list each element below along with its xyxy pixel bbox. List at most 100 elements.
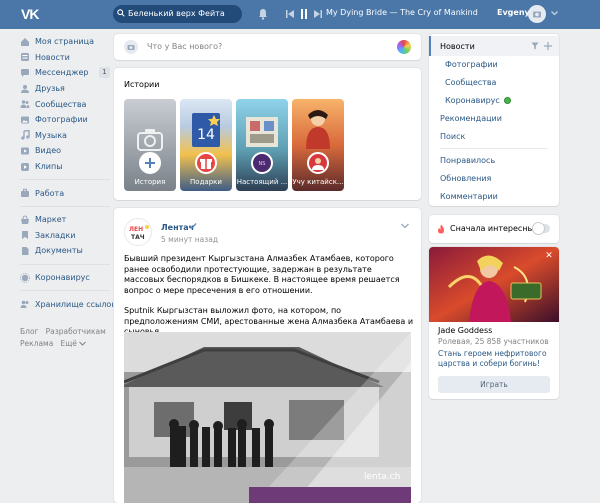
footer-link-developers[interactable]: Разработчикам bbox=[46, 327, 106, 336]
game-ad: ✕ Jade Goddess Ролевая, 25 858 участнико… bbox=[429, 247, 559, 399]
ad-banner-image[interactable] bbox=[429, 247, 559, 322]
chevron-down-icon[interactable] bbox=[401, 223, 409, 229]
svg-text:ЛЕН: ЛЕН bbox=[129, 226, 143, 233]
sidebar-item-bookmarks[interactable]: Закладки bbox=[20, 228, 110, 244]
filter-icon[interactable] bbox=[531, 42, 539, 50]
photos-icon bbox=[21, 116, 29, 124]
story-label: История bbox=[134, 178, 166, 186]
links-storage-icon bbox=[20, 300, 29, 309]
ad-title[interactable]: Jade Goddess bbox=[438, 326, 492, 335]
story-item[interactable]: NS Настоящий ... bbox=[236, 99, 288, 191]
sidebar-item-market[interactable]: Маркет bbox=[20, 212, 110, 228]
bell-icon[interactable] bbox=[258, 8, 268, 20]
sidebar-item-coronavirus[interactable]: Коронавирус bbox=[20, 270, 110, 286]
sidebar-item-work[interactable]: Работа bbox=[20, 185, 110, 201]
story-item[interactable]: История bbox=[124, 99, 176, 191]
composer-placeholder[interactable]: Что у Вас нового? bbox=[147, 42, 222, 51]
communities-icon bbox=[20, 100, 30, 109]
pause-icon[interactable] bbox=[300, 9, 308, 19]
divider bbox=[20, 179, 110, 181]
avatar[interactable] bbox=[124, 40, 138, 54]
footer-link-ads[interactable]: Реклама bbox=[20, 339, 53, 348]
tab-coronavirus[interactable]: Коронавирус bbox=[445, 96, 512, 105]
chevron-down-icon[interactable] bbox=[79, 341, 87, 346]
avatar[interactable]: ЛЕН ТАЧ bbox=[124, 218, 152, 246]
arrest-photo: lenta.ch bbox=[124, 332, 411, 503]
tab-photos[interactable]: Фотографии bbox=[445, 60, 498, 69]
plus-icon[interactable] bbox=[544, 42, 552, 50]
svg-text:ТАЧ: ТАЧ bbox=[131, 234, 145, 241]
add-story-button[interactable] bbox=[139, 152, 161, 174]
interesting-first-toggle[interactable]: Сначала интересные bbox=[429, 215, 559, 243]
sidebar-item-label: Хранилище ссылок bbox=[35, 299, 117, 309]
post-photo[interactable]: lenta.ch bbox=[124, 332, 411, 503]
sidebar-item-messenger[interactable]: Мессенджер 1 bbox=[20, 65, 110, 81]
sidebar-item-links-storage[interactable]: Хранилище ссылок bbox=[20, 296, 116, 312]
vk-logo[interactable]: VK bbox=[21, 6, 39, 22]
market-icon bbox=[21, 215, 29, 224]
tab-recommendations[interactable]: Рекомендации bbox=[440, 114, 502, 123]
sidebar-item-label: Видео bbox=[35, 146, 62, 156]
next-track-icon[interactable] bbox=[314, 9, 322, 19]
sidebar-item-label: Коронавирус bbox=[35, 273, 90, 283]
current-track[interactable]: My Dying Bride — The Cry of Mankind bbox=[326, 8, 478, 17]
sidebar-item-my-page[interactable]: Моя страница bbox=[20, 34, 110, 50]
footer-link-blog[interactable]: Блог bbox=[20, 327, 38, 336]
sidebar-item-label: Сообщества bbox=[35, 99, 87, 109]
search-input[interactable]: Беленький верх Фейта bbox=[113, 5, 242, 23]
news-icon bbox=[21, 53, 29, 62]
audio-player-controls bbox=[286, 8, 322, 20]
avatar-icon bbox=[312, 158, 324, 170]
tab-comments[interactable]: Комментарии bbox=[440, 192, 498, 201]
divider bbox=[440, 148, 548, 149]
gift-icon bbox=[200, 159, 212, 169]
divider bbox=[20, 205, 110, 207]
camera-icon bbox=[533, 11, 541, 18]
messenger-icon bbox=[21, 68, 29, 77]
story-avatar bbox=[195, 152, 217, 174]
post-composer[interactable]: Что у Вас нового? bbox=[114, 34, 491, 60]
coronavirus-icon bbox=[20, 272, 30, 283]
sidebar-item-label: Друзья bbox=[35, 84, 65, 94]
close-icon[interactable]: ✕ bbox=[544, 251, 554, 261]
work-icon bbox=[21, 188, 29, 198]
bookmarks-icon bbox=[22, 231, 28, 240]
logo-icon: NS bbox=[259, 161, 266, 167]
story-avatar: NS bbox=[251, 152, 273, 174]
tab-search[interactable]: Поиск bbox=[440, 132, 465, 141]
sidebar-item-clips[interactable]: Клипы bbox=[20, 159, 110, 175]
sidebar-item-label: Документы bbox=[35, 246, 83, 256]
story-item[interactable]: Учу китайск... bbox=[292, 99, 344, 191]
home-icon bbox=[21, 37, 29, 46]
previous-track-icon[interactable] bbox=[286, 9, 294, 19]
post-time[interactable]: 5 минут назад bbox=[161, 235, 218, 244]
sidebar-item-label: Новости bbox=[35, 52, 70, 62]
sidebar-item-label: Фотографии bbox=[35, 115, 88, 125]
tab-updates[interactable]: Обновления bbox=[440, 174, 491, 183]
sidebar-item-news[interactable]: Новости bbox=[20, 50, 110, 66]
color-theme-icon[interactable] bbox=[397, 40, 411, 54]
interesting-switch[interactable] bbox=[533, 223, 550, 234]
feed-filter-nav: Новости Фотографии Сообщества Коронавиру… bbox=[429, 34, 559, 206]
user-name[interactable]: Evgeny bbox=[497, 8, 530, 17]
sidebar-item-video[interactable]: Видео bbox=[20, 143, 110, 159]
sidebar-item-friends[interactable]: Друзья bbox=[20, 81, 110, 97]
sidebar-item-photos[interactable]: Фотографии bbox=[20, 112, 110, 128]
sidebar-item-communities[interactable]: Сообщества bbox=[20, 96, 110, 112]
post-paragraph: Бывший президент Кыргызстана Алмазбек Ат… bbox=[124, 254, 400, 295]
story-item[interactable]: 14 Подарки bbox=[180, 99, 232, 191]
sidebar-item-label: Мессенджер bbox=[35, 68, 89, 78]
tab-news[interactable]: Новости bbox=[440, 42, 475, 51]
tab-liked[interactable]: Понравилось bbox=[440, 156, 495, 165]
footer-link-more[interactable]: Ещё bbox=[60, 339, 76, 348]
sidebar-item-music[interactable]: Музыка bbox=[20, 128, 110, 144]
tab-communities[interactable]: Сообщества bbox=[445, 78, 496, 87]
ad-description[interactable]: Стань героем нефритового царства и собер… bbox=[438, 349, 556, 369]
chevron-down-icon[interactable] bbox=[551, 10, 558, 16]
sidebar-item-documents[interactable]: Документы bbox=[20, 243, 110, 259]
divider bbox=[20, 290, 110, 292]
play-button[interactable]: Играть bbox=[438, 376, 550, 393]
unread-badge: 1 bbox=[99, 67, 110, 79]
plus-icon bbox=[145, 158, 155, 168]
avatar[interactable] bbox=[528, 5, 546, 23]
